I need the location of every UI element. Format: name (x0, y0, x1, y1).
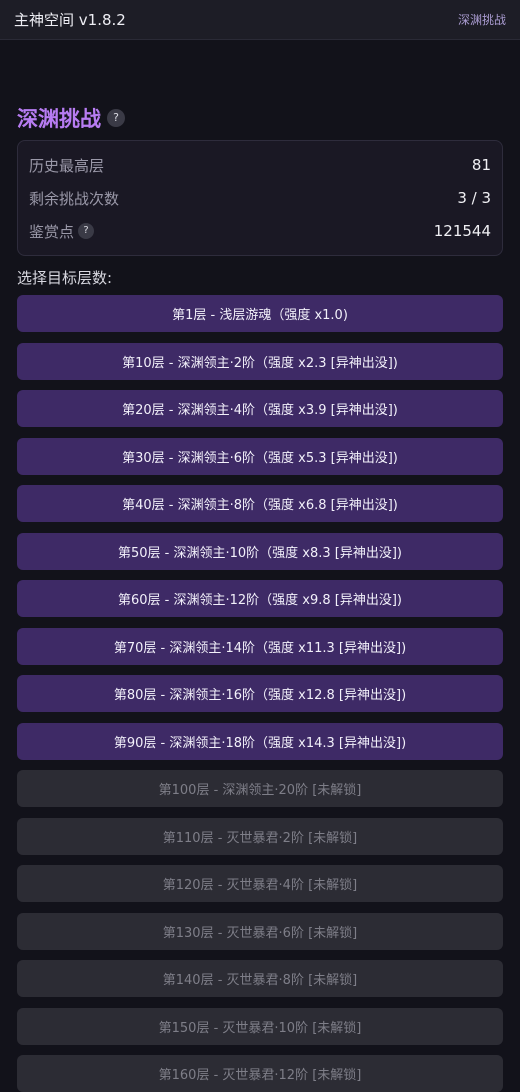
floor-button: 第100层 - 深渊领主·20阶 [未解锁] (17, 770, 503, 807)
floor-button[interactable]: 第50层 - 深渊领主·10阶（强度 x8.3 [异神出没]) (17, 533, 503, 570)
stat-row-remaining-attempts: 剩余挑战次数 3 / 3 (29, 186, 491, 210)
floor-button[interactable]: 第20层 - 深渊领主·4阶（强度 x3.9 [异神出没]) (17, 390, 503, 427)
choose-floor-label: 选择目标层数: (17, 269, 113, 287)
floor-button[interactable]: 第60层 - 深渊领主·12阶（强度 x9.8 [异神出没]) (17, 580, 503, 617)
top-bar: 主神空间 v1.8.2 深渊挑战 (0, 0, 520, 40)
remaining-attempts-label: 剩余挑战次数 (29, 189, 120, 208)
floor-button: 第160层 - 灭世暴君·12阶 [未解锁] (17, 1055, 503, 1092)
remaining-attempts-value: 3 / 3 (457, 189, 491, 207)
stat-row-appraisal-points: 鉴赏点 ? 121544 (29, 219, 491, 243)
section-title: 深渊挑战 ? (17, 103, 125, 133)
section-title-text: 深渊挑战 (17, 107, 101, 131)
highest-floor-label: 历史最高层 (29, 156, 105, 175)
floor-button: 第150层 - 灭世暴君·10阶 [未解锁] (17, 1008, 503, 1045)
stat-row-highest-floor: 历史最高层 81 (29, 153, 491, 177)
floor-button[interactable]: 第1层 - 浅层游魂（强度 x1.0) (17, 295, 503, 332)
floor-button[interactable]: 第90层 - 深渊领主·18阶（强度 x14.3 [异神出没]) (17, 723, 503, 760)
abyss-challenge-link[interactable]: 深渊挑战 (458, 11, 506, 28)
floor-button[interactable]: 第30层 - 深渊领主·6阶（强度 x5.3 [异神出没]) (17, 438, 503, 475)
points-help-icon[interactable]: ? (78, 223, 95, 239)
floor-button: 第140层 - 灭世暴君·8阶 [未解锁] (17, 960, 503, 997)
floor-button: 第110层 - 灭世暴君·2阶 [未解锁] (17, 818, 503, 855)
appraisal-points-label: 鉴赏点 (29, 222, 75, 241)
floor-button[interactable]: 第10层 - 深渊领主·2阶（强度 x2.3 [异神出没]) (17, 343, 503, 380)
floor-button[interactable]: 第80层 - 深渊领主·16阶（强度 x12.8 [异神出没]) (17, 675, 503, 712)
stats-card: 历史最高层 81 剩余挑战次数 3 / 3 鉴赏点 ? 121544 (17, 140, 503, 256)
app-title: 主神空间 v1.8.2 (14, 11, 126, 29)
floor-button: 第130层 - 灭世暴君·6阶 [未解锁] (17, 913, 503, 950)
floor-button: 第120层 - 灭世暴君·4阶 [未解锁] (17, 865, 503, 902)
appraisal-points-value: 121544 (433, 222, 491, 240)
highest-floor-value: 81 (471, 156, 491, 174)
help-icon[interactable]: ? (107, 109, 125, 127)
floor-button[interactable]: 第40层 - 深渊领主·8阶（强度 x6.8 [异神出没]) (17, 485, 503, 522)
appraisal-points-label-group: 鉴赏点 ? (29, 221, 95, 242)
floor-button[interactable]: 第70层 - 深渊领主·14阶（强度 x11.3 [异神出没]) (17, 628, 503, 665)
